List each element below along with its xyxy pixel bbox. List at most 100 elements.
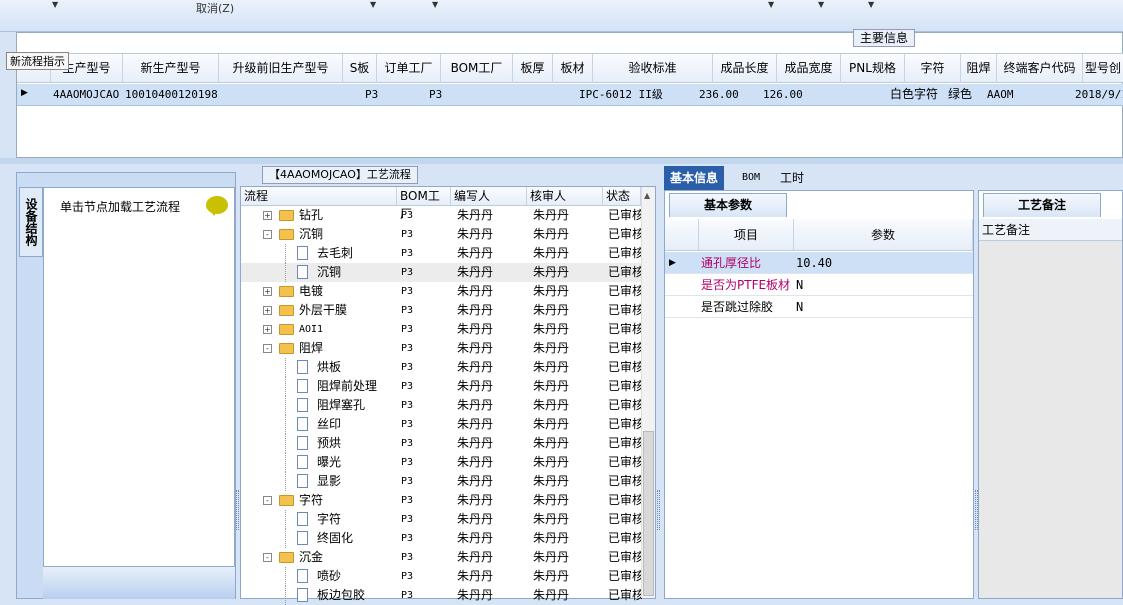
- flow-row[interactable]: 去毛刺 P3 朱丹丹 朱丹丹 已审核: [241, 244, 642, 263]
- flow-row[interactable]: 喷砂 P3 朱丹丹 朱丹丹 已审核: [241, 567, 642, 586]
- collapse-icon[interactable]: -: [263, 344, 272, 353]
- column-header[interactable]: 验收标准: [593, 54, 713, 83]
- flow-row[interactable]: 板边包胶 P3 朱丹丹 朱丹丹 已审核: [241, 586, 642, 605]
- column-header[interactable]: 成品长度: [713, 54, 777, 83]
- column-header[interactable]: PNL规格: [841, 54, 905, 83]
- column-header[interactable]: 型号创: [1083, 54, 1123, 83]
- flow-status: 已审核: [608, 227, 642, 241]
- flow-row[interactable]: - 字符 P3 朱丹丹 朱丹丹 已审核: [241, 491, 642, 510]
- column-header[interactable]: 升级前旧生产型号: [219, 54, 343, 83]
- column-header[interactable]: 板厚: [513, 54, 553, 83]
- note-body[interactable]: [979, 241, 1122, 598]
- flow-row[interactable]: 阻焊塞孔 P3 朱丹丹 朱丹丹 已审核: [241, 396, 642, 415]
- flow-row[interactable]: 预烘 P3 朱丹丹 朱丹丹 已审核: [241, 434, 642, 453]
- param-row[interactable]: 是否跳过除胶 N: [665, 296, 973, 318]
- tab-work-hours[interactable]: 工时: [774, 166, 810, 190]
- column-header[interactable]: BOM工厂: [441, 54, 513, 83]
- horizontal-splitter[interactable]: [0, 158, 1123, 164]
- tab-basic-params[interactable]: 基本参数: [669, 193, 787, 217]
- flow-column-header[interactable]: 编写人: [451, 187, 527, 205]
- splitter-grip[interactable]: [657, 490, 660, 530]
- dropdown-arrow-icon[interactable]: ▼: [370, 0, 376, 9]
- flow-status: 已审核: [608, 417, 642, 431]
- dropdown-arrow-icon[interactable]: ▼: [52, 0, 58, 9]
- cell-new-model[interactable]: 10010400120198: [123, 84, 219, 105]
- flow-row[interactable]: 显影 P3 朱丹丹 朱丹丹 已审核: [241, 472, 642, 491]
- flow-column-header[interactable]: 流程: [241, 187, 397, 205]
- tab-basic-info[interactable]: 基本信息: [664, 166, 725, 190]
- cell-length[interactable]: 236.00: [697, 84, 757, 105]
- cell-solder[interactable]: 绿色: [946, 84, 982, 105]
- param-value[interactable]: N: [794, 274, 973, 296]
- flow-column-header[interactable]: BOM工厂: [397, 187, 451, 221]
- cell-customer[interactable]: AAOM: [985, 84, 1065, 105]
- param-row[interactable]: 是否为PTFE板材 N: [665, 274, 973, 296]
- column-header[interactable]: 终端客户代码: [997, 54, 1083, 83]
- flow-bom-factory: P3: [401, 381, 414, 392]
- cancel-button[interactable]: 取消(Z): [196, 0, 234, 16]
- column-header[interactable]: 订单工厂: [377, 54, 441, 83]
- tab-device-structure[interactable]: 设备结构: [19, 187, 43, 257]
- expand-icon[interactable]: +: [263, 287, 272, 296]
- flow-row[interactable]: 丝印 P3 朱丹丹 朱丹丹 已审核: [241, 415, 642, 434]
- flow-row[interactable]: 终固化 P3 朱丹丹 朱丹丹 已审核: [241, 529, 642, 548]
- flow-status: 已审核: [608, 550, 642, 564]
- column-header[interactable]: 成品宽度: [777, 54, 841, 83]
- flow-row[interactable]: 烘板 P3 朱丹丹 朱丹丹 已审核: [241, 358, 642, 377]
- cell-bom-factory[interactable]: P3: [427, 84, 487, 105]
- flow-bom-factory: P3: [401, 476, 414, 487]
- param-value[interactable]: N: [794, 296, 973, 318]
- flow-row[interactable]: - 阻焊 P3 朱丹丹 朱丹丹 已审核: [241, 339, 642, 358]
- expand-icon[interactable]: +: [263, 211, 272, 220]
- cell-char[interactable]: 白色字符: [888, 84, 944, 105]
- column-header[interactable]: 阻焊: [961, 54, 997, 83]
- tab-process-note[interactable]: 工艺备注: [983, 193, 1101, 217]
- flow-row[interactable]: - 沉金 P3 朱丹丹 朱丹丹 已审核: [241, 548, 642, 567]
- flow-column-header[interactable]: 核审人: [527, 187, 603, 205]
- tree-line: [285, 510, 286, 529]
- flow-row[interactable]: - 沉铜 P3 朱丹丹 朱丹丹 已审核: [241, 225, 642, 244]
- flow-writer: 朱丹丹: [457, 284, 494, 298]
- column-header[interactable]: 新生产型号: [123, 54, 219, 83]
- cell-date[interactable]: 2018/9/1: [1073, 84, 1123, 105]
- collapse-icon[interactable]: -: [263, 553, 272, 562]
- flow-row[interactable]: + 电镀 P3 朱丹丹 朱丹丹 已审核: [241, 282, 642, 301]
- column-header[interactable]: S板: [343, 54, 377, 83]
- document-icon: [297, 379, 308, 393]
- flow-row[interactable]: + 钻孔 P3 朱丹丹 朱丹丹 已审核: [241, 206, 642, 225]
- cell-standard[interactable]: IPC-6012 II级: [577, 84, 697, 105]
- column-header[interactable]: 板材: [553, 54, 593, 83]
- cell-model[interactable]: 4AAOMOJCAO: [51, 84, 123, 105]
- flow-row[interactable]: + 外层干膜 P3 朱丹丹 朱丹丹 已审核: [241, 301, 642, 320]
- flow-column-header[interactable]: 状态: [603, 187, 641, 205]
- flow-reviewer: 朱丹丹: [533, 474, 570, 488]
- flow-row[interactable]: + AOI1 P3 朱丹丹 朱丹丹 已审核: [241, 320, 642, 339]
- dropdown-arrow-icon[interactable]: ▼: [868, 0, 874, 9]
- flow-reviewer: 朱丹丹: [533, 455, 570, 469]
- cell-width[interactable]: 126.00: [761, 84, 821, 105]
- expand-icon[interactable]: +: [263, 306, 272, 315]
- cell-order-factory[interactable]: P3: [363, 84, 403, 105]
- main-info-row[interactable]: ▶ 4AAOMOJCAO 10010400120198 P3 P3 IPC-60…: [17, 84, 1123, 106]
- device-tree[interactable]: 单击节点加载工艺流程: [43, 187, 235, 567]
- flow-step-name: 终固化: [317, 531, 354, 545]
- dropdown-arrow-icon[interactable]: ▼: [768, 0, 774, 9]
- flow-row[interactable]: 字符 P3 朱丹丹 朱丹丹 已审核: [241, 510, 642, 529]
- scroll-thumb[interactable]: [643, 431, 654, 596]
- splitter-grip[interactable]: [236, 490, 239, 530]
- document-icon: [297, 246, 308, 260]
- tab-bom[interactable]: BOM: [736, 166, 766, 190]
- column-header[interactable]: 字符: [905, 54, 961, 83]
- collapse-icon[interactable]: -: [263, 230, 272, 239]
- dropdown-arrow-icon[interactable]: ▼: [818, 0, 824, 9]
- vertical-scrollbar[interactable]: ▲: [641, 187, 655, 598]
- flow-row[interactable]: 曝光 P3 朱丹丹 朱丹丹 已审核: [241, 453, 642, 472]
- flow-row[interactable]: 沉铜 P3 朱丹丹 朱丹丹 已审核: [241, 263, 642, 282]
- dropdown-arrow-icon[interactable]: ▼: [432, 0, 438, 9]
- param-row[interactable]: ▶ 通孔厚径比 10.40: [665, 252, 973, 274]
- collapse-icon[interactable]: -: [263, 496, 272, 505]
- flow-row[interactable]: 阻焊前处理 P3 朱丹丹 朱丹丹 已审核: [241, 377, 642, 396]
- param-value[interactable]: 10.40: [794, 252, 973, 274]
- scroll-up-icon[interactable]: ▲: [644, 191, 650, 200]
- expand-icon[interactable]: +: [263, 325, 272, 334]
